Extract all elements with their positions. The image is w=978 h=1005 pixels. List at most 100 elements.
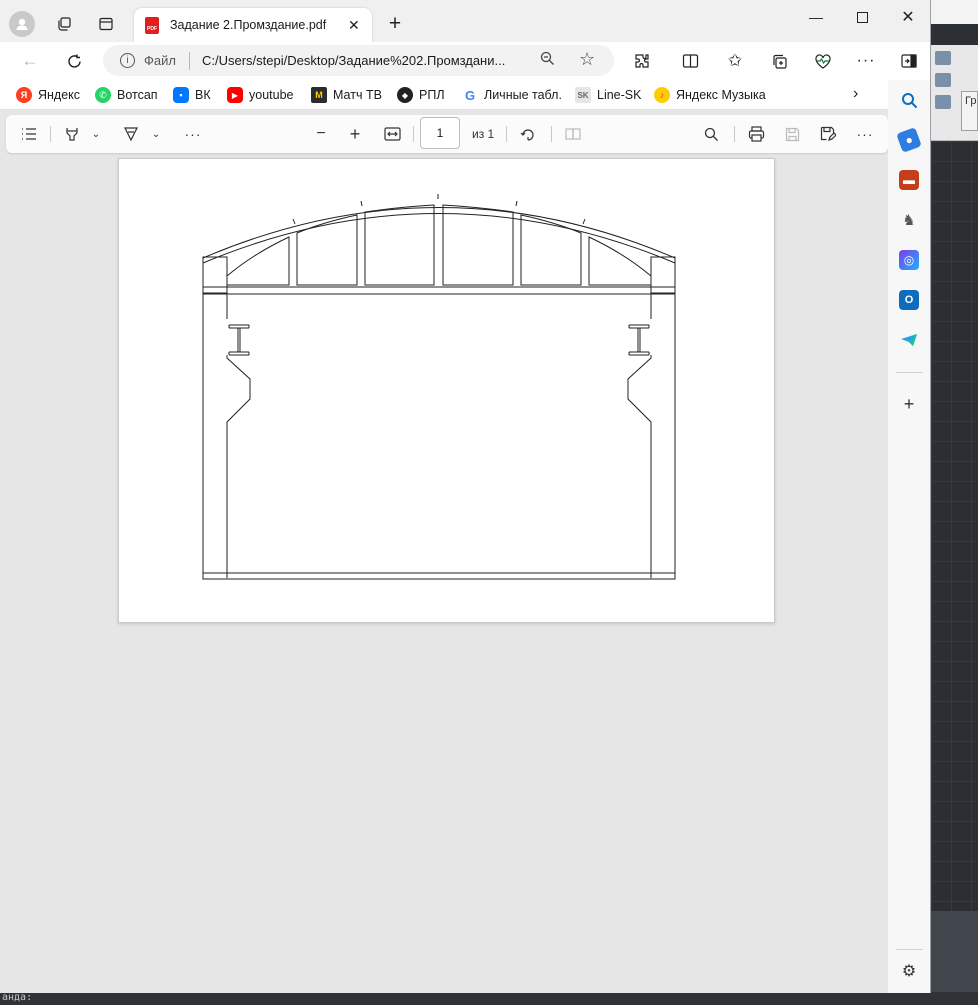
bookmark-label: ВК <box>195 88 211 102</box>
bookmark-label: Line-SK <box>597 88 642 102</box>
tab-active[interactable]: PDF Задание 2.Промздание.pdf ✕ <box>134 8 372 42</box>
background-app-ribbon: Гр <box>931 45 978 141</box>
microsoft-365-icon[interactable]: ◎ <box>899 250 919 270</box>
background-app-command-area <box>931 911 978 1005</box>
bookmark-label: Личные табл. <box>484 88 562 102</box>
pdf-page <box>118 158 775 623</box>
address-bar-row: ← i Файл C:/Users/stepi/Desktop/Задание%… <box>0 42 930 80</box>
url-text[interactable]: C:/Users/stepi/Desktop/Задание%202.Промз… <box>202 53 505 68</box>
outlook-icon[interactable]: O <box>899 290 919 310</box>
rpl-icon: ◆ <box>397 87 413 103</box>
profile-avatar[interactable] <box>9 11 35 37</box>
shopping-tag-icon[interactable]: ● <box>896 127 922 153</box>
rotate-icon[interactable] <box>517 123 539 145</box>
address-separator <box>189 52 190 70</box>
search-icon[interactable] <box>899 90 919 110</box>
command-line-strip <box>0 992 978 1005</box>
browser-essentials-icon[interactable] <box>810 49 836 73</box>
toolbar-separator <box>50 126 51 142</box>
edge-sidebar: ● ▬ ♞ ◎ O + ⚙ <box>888 80 930 993</box>
games-chess-icon[interactable]: ♞ <box>899 210 919 230</box>
background-app-window: Гр <box>931 0 978 1005</box>
refresh-icon[interactable] <box>60 48 88 74</box>
bookmark-yandex-music[interactable]: ♪ Яндекс Музыка <box>654 86 766 104</box>
tab-actions-icon[interactable] <box>92 10 120 38</box>
sidebar-toggle-icon[interactable] <box>896 49 922 73</box>
bookmark-label: Матч ТВ <box>333 88 382 102</box>
bookmark-youtube[interactable]: ▶ youtube <box>227 86 293 104</box>
toolbar-separator <box>506 126 507 142</box>
favorites-icon[interactable]: ✩ <box>722 49 748 73</box>
more-options-icon[interactable]: ··· <box>854 123 876 145</box>
pdf-viewer: ⌄ ⌄ ··· − + 1 из 1 ··· <box>0 110 888 993</box>
save-icon[interactable] <box>781 123 803 145</box>
bookmark-match-tv[interactable]: M Матч ТВ <box>311 86 382 104</box>
info-icon[interactable]: i <box>120 53 135 68</box>
pdf-toolbar: ⌄ ⌄ ··· − + 1 из 1 ··· <box>6 115 888 153</box>
page-view-icon[interactable] <box>562 123 584 145</box>
bookmark-label: youtube <box>249 88 294 102</box>
bookmark-line-sk[interactable]: SK Line-SK <box>575 86 641 104</box>
save-as-icon[interactable] <box>817 123 839 145</box>
favorites-bar: Я Яндекс ✆ Вотсап ▪ ВК ▶ youtube M Матч … <box>0 80 930 110</box>
yandex-icon: Я <box>16 87 32 103</box>
new-tab-icon[interactable]: + <box>381 10 409 38</box>
youtube-icon: ▶ <box>227 87 243 103</box>
highlight-icon[interactable] <box>61 123 83 145</box>
drop-icon[interactable] <box>899 330 919 350</box>
tools-briefcase-icon[interactable]: ▬ <box>899 170 919 190</box>
draw-icon[interactable] <box>120 123 142 145</box>
zoom-icon[interactable] <box>540 51 555 70</box>
yandex-music-icon: ♪ <box>654 87 670 103</box>
address-bar[interactable]: i Файл C:/Users/stepi/Desktop/Задание%20… <box>103 45 614 76</box>
settings-more-icon[interactable]: ··· <box>853 49 879 73</box>
ribbon-tool-icon[interactable] <box>935 51 951 65</box>
ribbon-tool-icon[interactable] <box>935 73 951 87</box>
industrial-building-section-drawing <box>202 194 676 580</box>
workspaces-icon[interactable] <box>50 10 78 38</box>
settings-gear-icon[interactable]: ⚙ <box>899 961 919 981</box>
page-total-label: из 1 <box>472 127 495 141</box>
pdf-file-icon: PDF <box>145 17 159 34</box>
background-app-titlebar <box>931 0 978 24</box>
file-scheme-label: Файл <box>144 53 176 68</box>
zoom-out-icon[interactable]: − <box>310 123 332 145</box>
ribbon-tool-icon[interactable] <box>935 95 951 109</box>
line-sk-icon: SK <box>575 87 591 103</box>
browser-window: PDF Задание 2.Промздание.pdf ✕ + — ✕ ← i… <box>0 0 931 993</box>
add-icon[interactable]: + <box>899 394 919 414</box>
chevron-right-icon[interactable]: › <box>853 85 858 103</box>
bookmark-whatsapp[interactable]: ✆ Вотсап <box>95 86 158 104</box>
back-arrow-icon[interactable]: ← <box>16 48 44 74</box>
bookmark-label: РПЛ <box>419 88 445 102</box>
vk-icon: ▪ <box>173 87 189 103</box>
page-number-input[interactable]: 1 <box>420 117 460 149</box>
close-tab-icon[interactable]: ✕ <box>348 17 360 34</box>
bookmark-yandex[interactable]: Я Яндекс <box>16 86 80 104</box>
command-line-label: анда: <box>2 992 33 1003</box>
more-tools-icon[interactable]: ··· <box>182 123 204 145</box>
tab-strip: PDF Задание 2.Промздание.pdf ✕ + — ✕ <box>0 0 930 42</box>
toolbar-separator <box>551 126 552 142</box>
split-screen-icon[interactable] <box>677 49 703 73</box>
maximize-icon[interactable] <box>842 6 882 28</box>
extensions-icon[interactable] <box>629 49 655 73</box>
chevron-down-icon[interactable]: ⌄ <box>150 123 162 145</box>
google-icon: G <box>462 87 478 103</box>
ribbon-group-label: Гр <box>965 95 977 107</box>
collections-icon[interactable] <box>766 49 792 73</box>
fit-to-width-icon[interactable] <box>381 123 403 145</box>
contents-list-icon[interactable] <box>18 123 40 145</box>
tab-title: Задание 2.Промздание.pdf <box>170 18 327 32</box>
chevron-down-icon[interactable]: ⌄ <box>90 123 102 145</box>
favorite-star-icon[interactable]: ☆ <box>579 49 595 70</box>
minimize-icon[interactable]: — <box>796 6 836 28</box>
search-icon[interactable] <box>700 123 722 145</box>
print-icon[interactable] <box>745 123 767 145</box>
bookmark-label: Яндекс Музыка <box>676 88 766 102</box>
bookmark-google-sheets[interactable]: G Личные табл. <box>462 86 562 104</box>
close-window-icon[interactable]: ✕ <box>888 6 928 28</box>
bookmark-vk[interactable]: ▪ ВК <box>173 86 211 104</box>
zoom-in-icon[interactable]: + <box>344 123 366 145</box>
bookmark-rpl[interactable]: ◆ РПЛ <box>397 86 445 104</box>
